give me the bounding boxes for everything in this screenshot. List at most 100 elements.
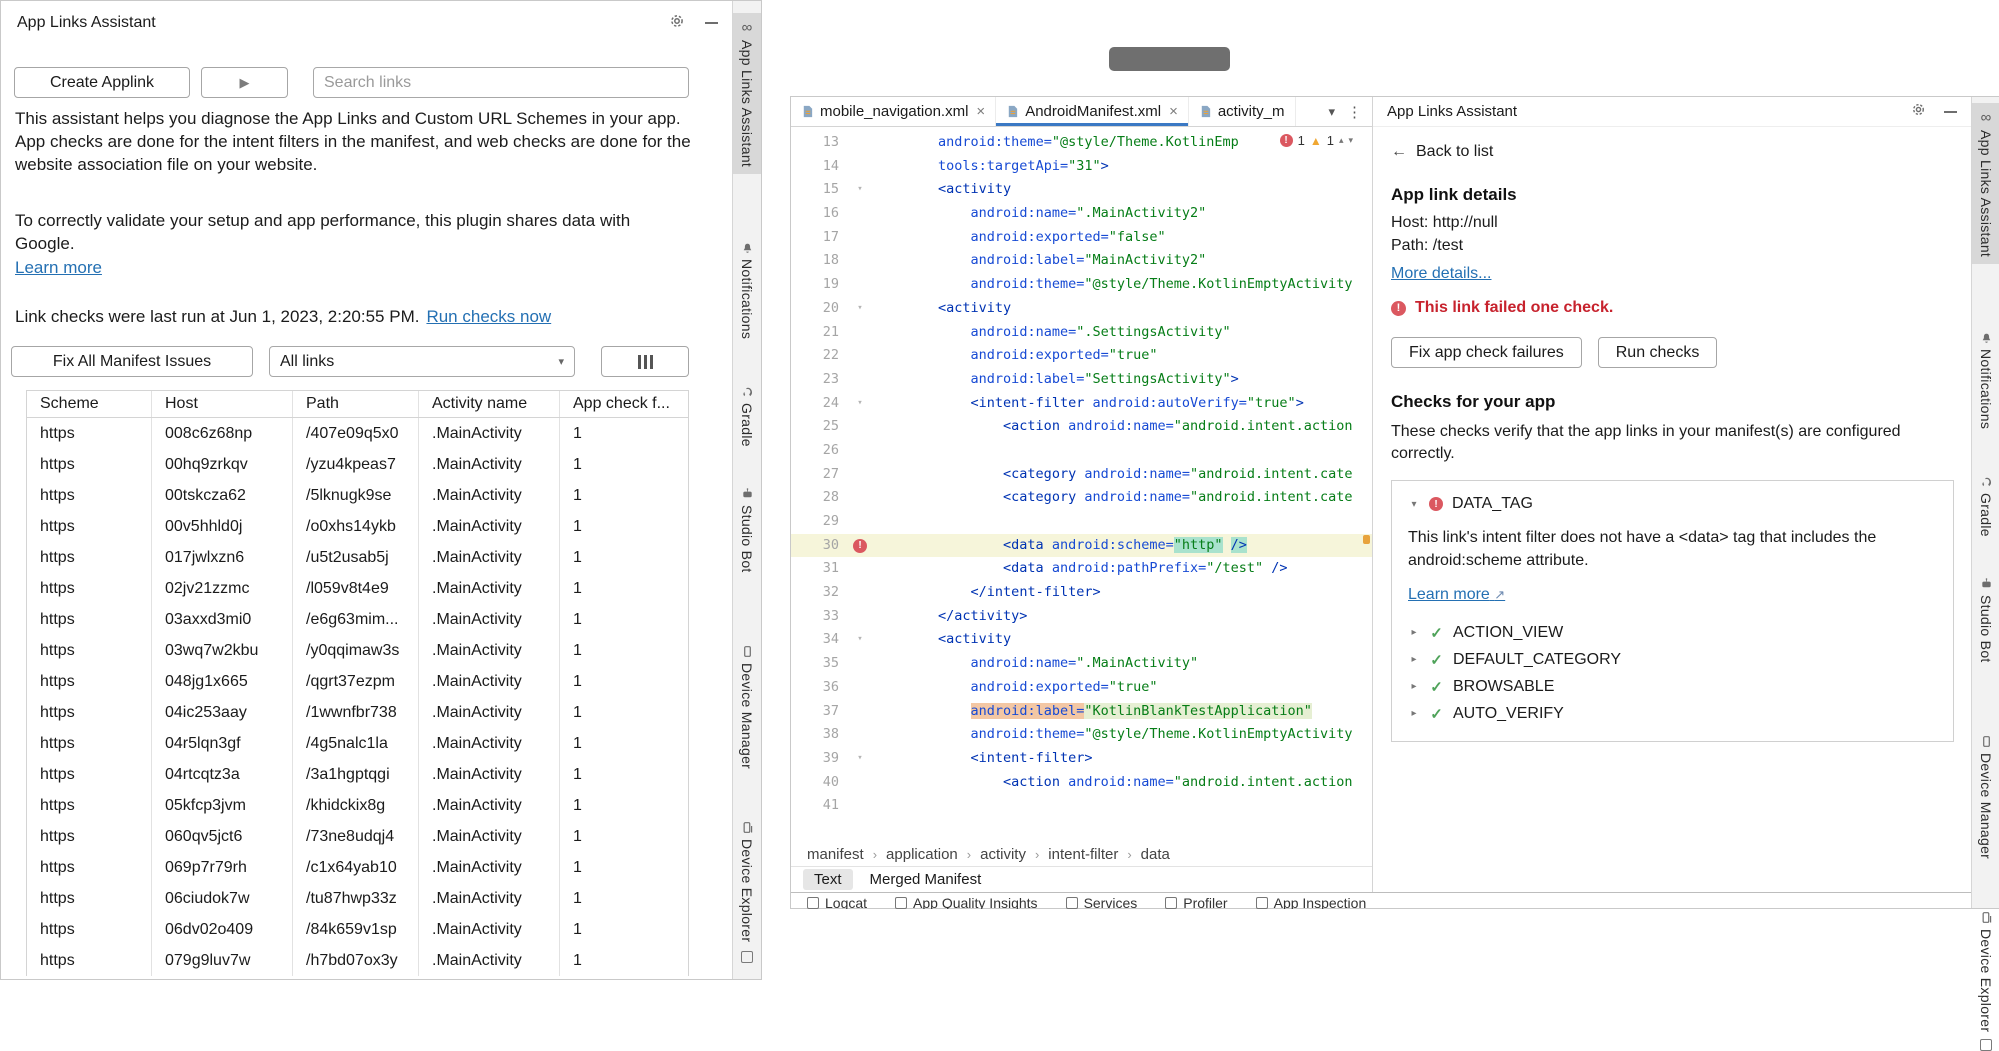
run-checks-now-link[interactable]: Run checks now <box>426 307 551 326</box>
code-line-32[interactable]: 32 </intent-filter> <box>791 581 1372 605</box>
tool-window-tab-notifications[interactable]: Notifications <box>733 234 761 346</box>
table-row[interactable]: https00tskcza62/5lknugk9se.MainActivity1 <box>27 480 688 511</box>
gear-icon[interactable] <box>669 13 685 34</box>
breadcrumb-item-application[interactable]: application <box>886 846 958 863</box>
chevron-down-icon[interactable]: ▾ <box>1328 104 1335 120</box>
tool-window-tab-app-links-assistant[interactable]: ∞App Links Assistant <box>1972 103 1999 264</box>
learn-more-link[interactable]: Learn more <box>15 258 102 278</box>
more-details-link[interactable]: More details... <box>1391 265 1491 283</box>
check-browsable[interactable]: ▸✓BROWSABLE <box>1408 673 1937 700</box>
breadcrumb-item-data[interactable]: data <box>1141 846 1170 863</box>
tool-window-tab-gradle[interactable]: Gradle <box>1972 468 1999 544</box>
code-line-41[interactable]: 41 <box>791 794 1372 818</box>
bottom-tool-window-logcat[interactable]: Logcat <box>807 896 867 909</box>
code-line-16[interactable]: 16 android:name=".MainActivity2" <box>791 202 1372 226</box>
column-header-scheme[interactable]: Scheme <box>27 391 152 417</box>
inspections-widget[interactable]: ! 1 ▲ 1 ▴ ▾ <box>1274 131 1359 150</box>
column-settings-button[interactable] <box>601 346 689 377</box>
check-action-view[interactable]: ▸✓ACTION_VIEW <box>1408 619 1937 646</box>
column-header-path[interactable]: Path <box>293 391 419 417</box>
code-line-22[interactable]: 22 android:exported="true" <box>791 344 1372 368</box>
tool-window-tab-gradle[interactable]: Gradle <box>733 378 761 454</box>
close-icon[interactable]: × <box>976 103 985 120</box>
editor-tab-mobile-navigation-xml[interactable]: mobile_navigation.xml× <box>791 97 996 126</box>
breadcrumb-item-manifest[interactable]: manifest <box>807 846 864 863</box>
prev-issue-icon[interactable]: ▴ <box>1339 136 1344 145</box>
bottom-tool-window-services[interactable]: Services <box>1066 896 1138 909</box>
fix-all-manifest-issues-button[interactable]: Fix All Manifest Issues <box>11 346 253 377</box>
code-line-29[interactable]: 29 <box>791 510 1372 534</box>
table-row[interactable]: https04r5lqn3gf/4g5nalc1la.MainActivity1 <box>27 728 688 759</box>
editor-tab-activity-m[interactable]: activity_m <box>1189 97 1296 126</box>
code-line-25[interactable]: 25 <action android:name="android.intent.… <box>791 415 1372 439</box>
minimize-icon[interactable] <box>1944 111 1957 113</box>
code-line-28[interactable]: 28 <category android:name="android.inten… <box>791 486 1372 510</box>
code-line-24[interactable]: 24▾ <intent-filter android:autoVerify="t… <box>791 392 1372 416</box>
table-row[interactable]: https03wq7w2kbu/y0qqimaw3s.MainActivity1 <box>27 635 688 666</box>
code-line-40[interactable]: 40 <action android:name="android.intent.… <box>791 771 1372 795</box>
code-line-38[interactable]: 38 android:theme="@style/Theme.KotlinEmp… <box>791 723 1372 747</box>
tool-window-tab-device-explorer[interactable]: Device Explorer <box>733 814 761 949</box>
code-editor[interactable]: 13 android:theme="@style/Theme.KotlinEmp… <box>791 127 1372 842</box>
column-header-app-check-failures[interactable]: App check f... <box>560 391 686 417</box>
code-line-30[interactable]: 30! <data android:scheme="http" /> <box>791 534 1372 558</box>
table-row[interactable]: https079g9luv7w/h7bd07ox3y.MainActivity1 <box>27 945 688 976</box>
code-line-35[interactable]: 35 android:name=".MainActivity" <box>791 652 1372 676</box>
code-line-19[interactable]: 19 android:theme="@style/Theme.KotlinEmp… <box>791 273 1372 297</box>
tab-text[interactable]: Text <box>803 869 853 890</box>
code-line-36[interactable]: 36 android:exported="true" <box>791 676 1372 700</box>
editor-tab-androidmanifest-xml[interactable]: AndroidManifest.xml× <box>996 97 1189 126</box>
table-row[interactable]: https00v5hhld0j/o0xhs14ykb.MainActivity1 <box>27 511 688 542</box>
table-row[interactable]: https04ic253aay/1wwnfbr738.MainActivity1 <box>27 697 688 728</box>
code-line-15[interactable]: 15▾ <activity <box>791 178 1372 202</box>
table-row[interactable]: https00hq9zrkqv/yzu4kpeas7.MainActivity1 <box>27 449 688 480</box>
code-line-31[interactable]: 31 <data android:pathPrefix="/test" /> <box>791 557 1372 581</box>
fix-app-check-failures-button[interactable]: Fix app check failures <box>1391 337 1582 368</box>
fold-icon[interactable]: ▾ <box>857 628 862 652</box>
table-row[interactable]: https04rtcqtz3a/3a1hgptqgi.MainActivity1 <box>27 759 688 790</box>
tool-icon[interactable] <box>741 951 753 963</box>
close-icon[interactable]: × <box>1169 103 1178 120</box>
fold-icon[interactable]: ▾ <box>857 178 862 202</box>
check-default-category[interactable]: ▸✓DEFAULT_CATEGORY <box>1408 646 1937 673</box>
table-row[interactable]: https048jg1x665/qgrt37ezpm.MainActivity1 <box>27 666 688 697</box>
breadcrumb-item-activity[interactable]: activity <box>980 846 1026 863</box>
table-row[interactable]: https060qv5jct6/73ne8udqj4.MainActivity1 <box>27 821 688 852</box>
run-checks-button[interactable]: Run checks <box>1598 337 1718 368</box>
next-issue-icon[interactable]: ▾ <box>1348 136 1353 145</box>
breadcrumb-item-intent-filter[interactable]: intent-filter <box>1048 846 1118 863</box>
learn-more-link[interactable]: Learn more ↗ <box>1408 586 1505 604</box>
fold-icon[interactable]: ▾ <box>857 297 862 321</box>
search-links-input[interactable] <box>313 67 689 98</box>
code-line-39[interactable]: 39▾ <intent-filter> <box>791 747 1372 771</box>
check-auto-verify[interactable]: ▸✓AUTO_VERIFY <box>1408 700 1937 727</box>
code-line-27[interactable]: 27 <category android:name="android.inten… <box>791 463 1372 487</box>
bottom-tool-window-profiler[interactable]: Profiler <box>1165 896 1227 909</box>
code-line-17[interactable]: 17 android:exported="false" <box>791 226 1372 250</box>
code-line-37[interactable]: 37 android:label="KotlinBlankTestApplica… <box>791 700 1372 724</box>
tool-window-tab-device-explorer[interactable]: Device Explorer <box>1972 904 1999 1039</box>
code-line-33[interactable]: 33 </activity> <box>791 605 1372 629</box>
tool-window-tab-device-manager[interactable]: Device Manager <box>733 638 761 776</box>
table-row[interactable]: https017jwlxzn6/u5t2usab5j.MainActivity1 <box>27 542 688 573</box>
gear-icon[interactable] <box>1911 102 1926 121</box>
minimize-icon[interactable] <box>705 22 718 24</box>
table-row[interactable]: https02jv21zzmc/l059v8t4e9.MainActivity1 <box>27 573 688 604</box>
create-applink-button[interactable]: Create Applink <box>14 67 190 98</box>
check-data-tag[interactable]: ▾ ! DATA_TAG <box>1408 495 1937 513</box>
column-header-activity-name[interactable]: Activity name <box>419 391 560 417</box>
code-line-20[interactable]: 20▾ <activity <box>791 297 1372 321</box>
column-header-host[interactable]: Host <box>152 391 293 417</box>
back-to-list-link[interactable]: ← Back to list <box>1391 143 1953 161</box>
table-row[interactable]: https03axxd3mi0/e6g63mim....MainActivity… <box>27 604 688 635</box>
run-button[interactable]: ▶ <box>201 67 288 98</box>
table-row[interactable]: https008c6z68np/407e09q5x0.MainActivity1 <box>27 418 688 449</box>
tool-window-tab-app-links-assistant[interactable]: ∞App Links Assistant <box>733 13 761 174</box>
tool-icon[interactable] <box>1980 1039 1992 1051</box>
links-filter-dropdown[interactable]: All links ▾ <box>269 346 575 377</box>
error-stripe[interactable] <box>1363 127 1370 842</box>
tool-window-tab-device-manager[interactable]: Device Manager <box>1972 728 1999 866</box>
bottom-tool-window-app-quality-insights[interactable]: App Quality Insights <box>895 896 1038 909</box>
code-line-26[interactable]: 26 <box>791 439 1372 463</box>
tool-window-tab-studio-bot[interactable]: Studio Bot <box>733 480 761 580</box>
